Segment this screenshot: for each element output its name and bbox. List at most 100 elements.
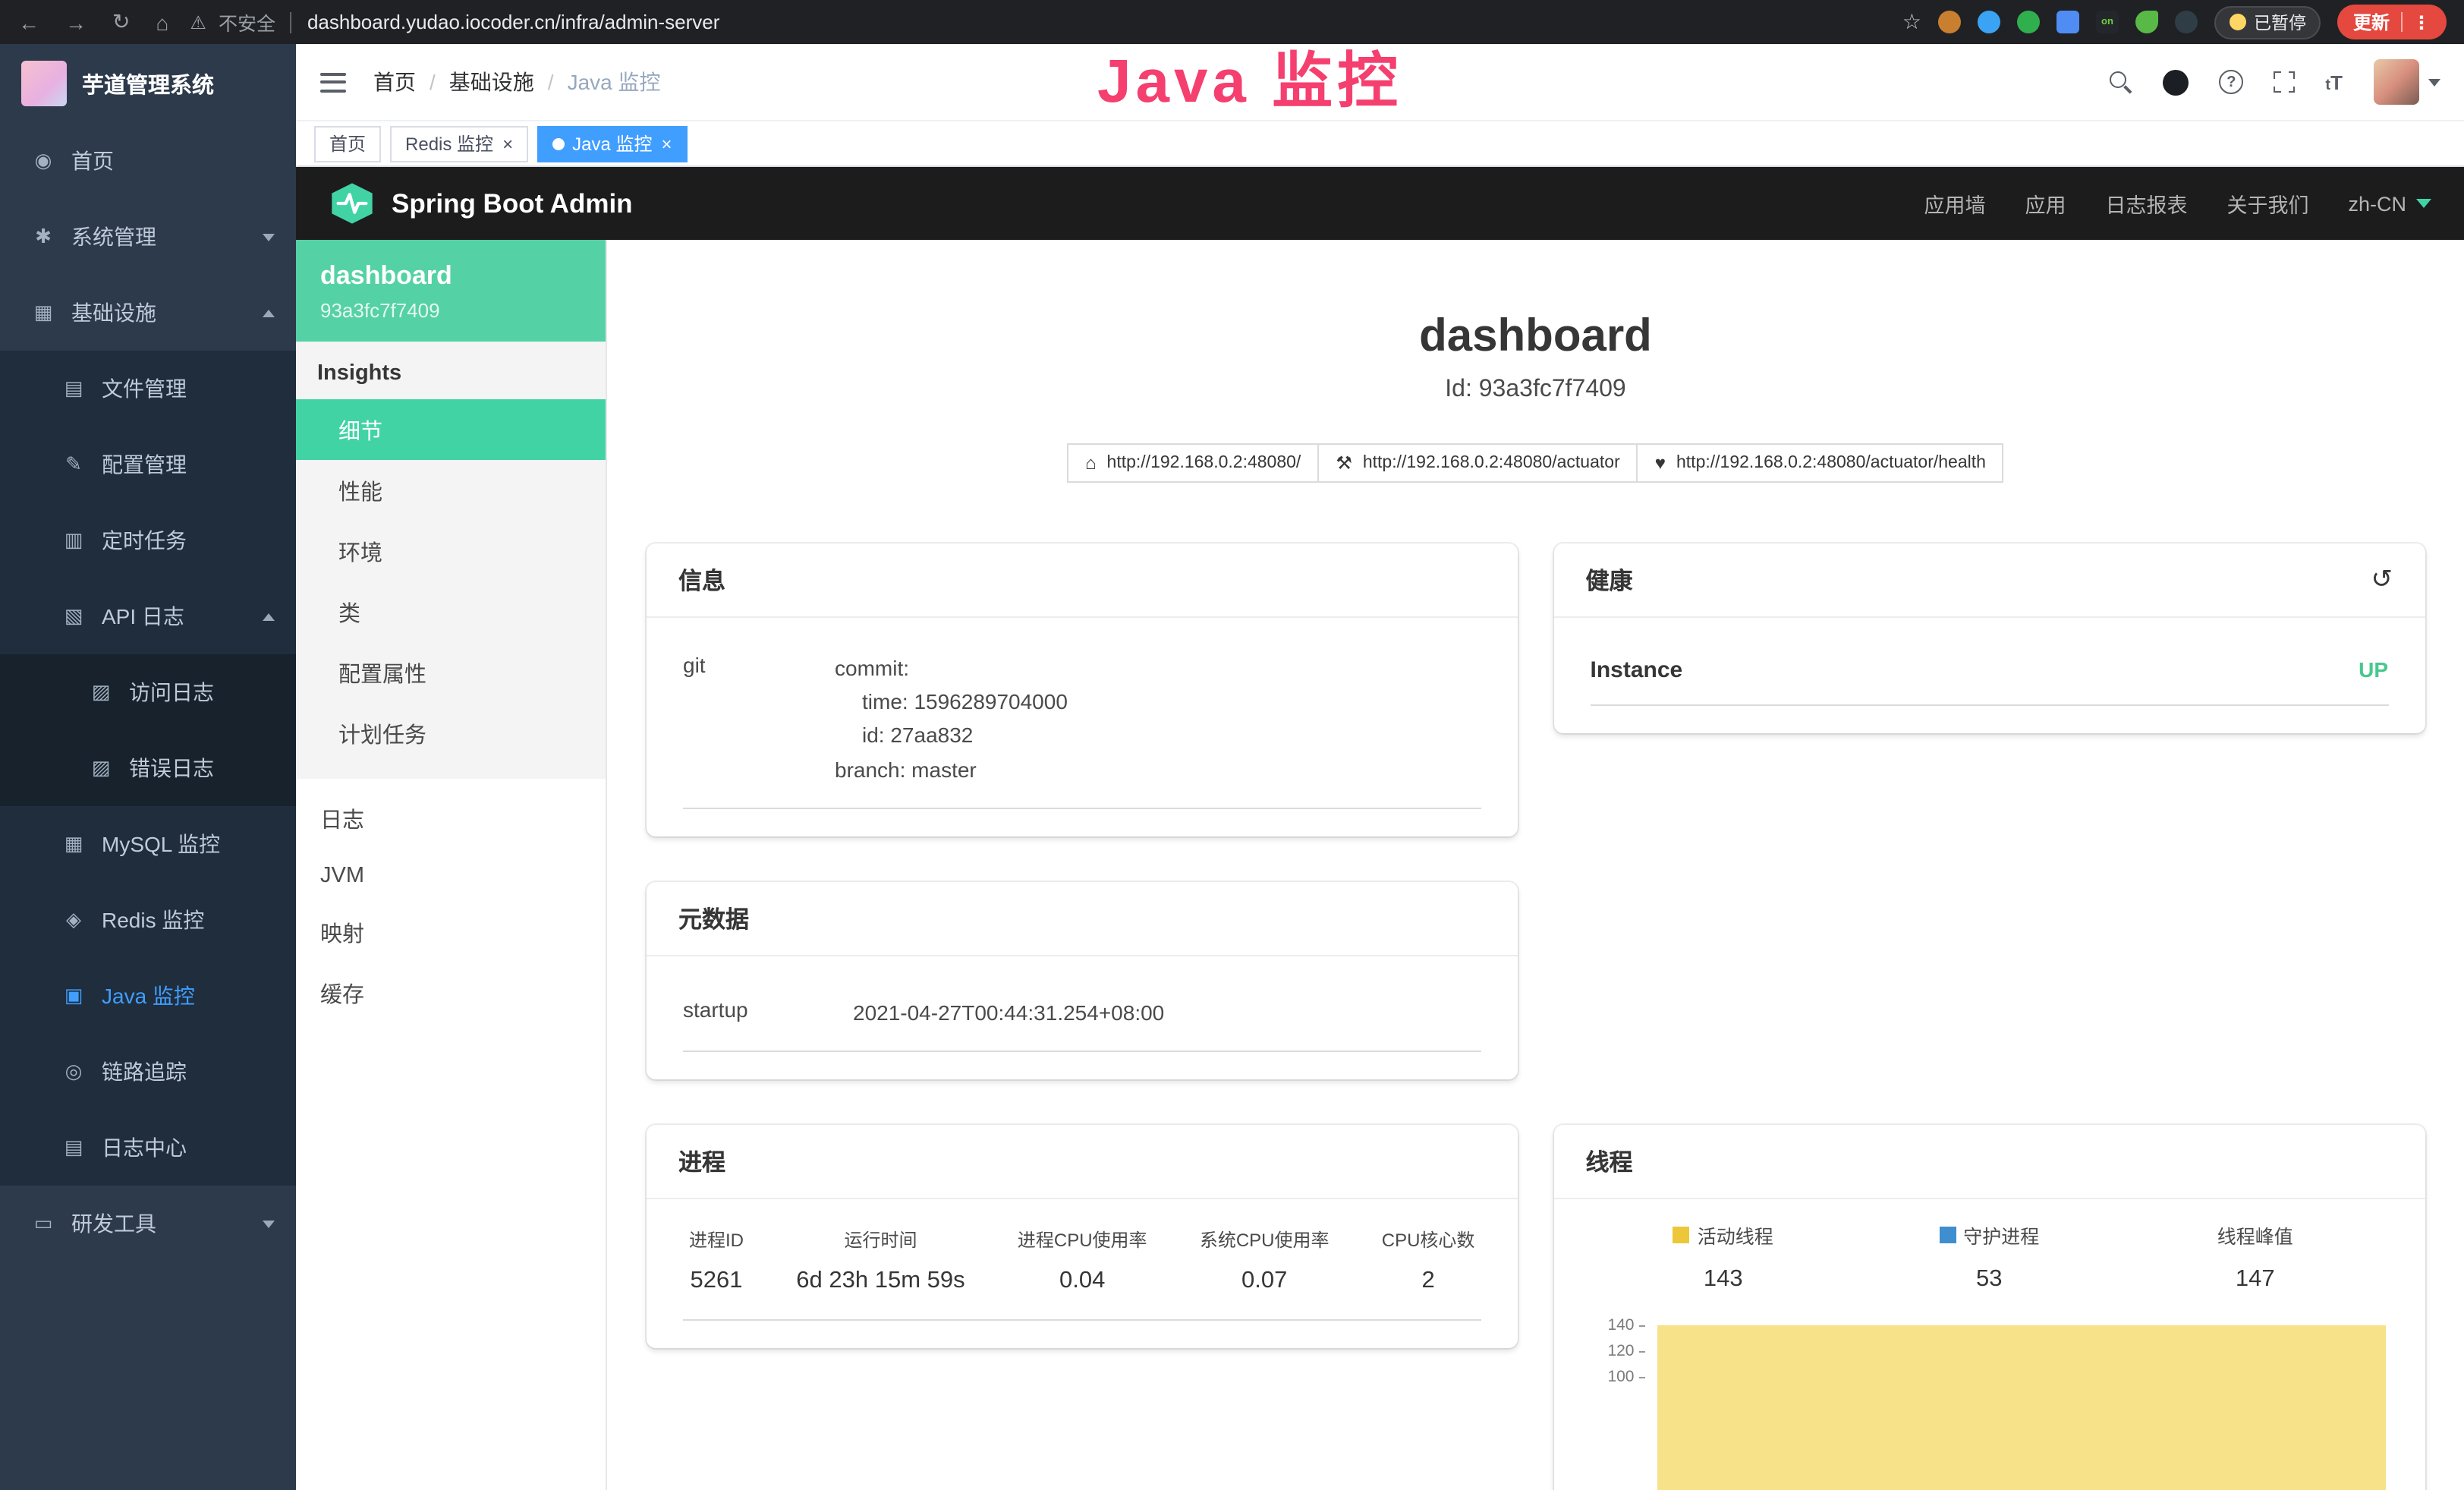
bookmark-star-icon[interactable]: ☆: [1902, 9, 1921, 35]
git-id-line: id: 27aa832: [835, 719, 1481, 753]
sba-item-mappings[interactable]: 映射: [296, 902, 606, 962]
sidebar-item-java-monitor[interactable]: ▣ Java 监控: [0, 958, 296, 1034]
top-header: 首页 基础设施 Java 监控 Java 监控: [296, 44, 2464, 121]
sidebar-item-file-manage[interactable]: ▤ 文件管理: [0, 351, 296, 427]
screen: ← → ↻ ⌂ ⚠ 不安全 dashboard.yudao.iocoder.cn…: [0, 0, 2464, 1490]
sidebar-item-error-log[interactable]: ▨ 错误日志: [0, 730, 296, 806]
info-row-git: git commit: time: 1596289704000 id: 27aa…: [683, 638, 1481, 809]
health-row-label: Instance: [1591, 657, 1683, 682]
sidebar-item-mysql-monitor[interactable]: ▦ MySQL 监控: [0, 806, 296, 882]
sba-link-applications[interactable]: 应用: [2025, 188, 2066, 219]
page-annotation: Java 监控: [1097, 44, 1402, 121]
locale-label: zh-CN: [2348, 192, 2406, 215]
locale-selector[interactable]: zh-CN: [2348, 192, 2431, 215]
sidebar-item-log-center[interactable]: ▤ 日志中心: [0, 1110, 296, 1186]
health-instance-row[interactable]: Instance UP: [1591, 638, 2389, 705]
sba-item-configprops[interactable]: 配置属性: [296, 642, 606, 703]
security-warning-label: 不安全: [219, 8, 275, 36]
y-tick-140: 140: [1591, 1318, 1645, 1334]
update-button[interactable]: 更新 ⋮: [2338, 5, 2446, 39]
sba-item-metrics[interactable]: 性能: [296, 460, 606, 521]
sba-link-about[interactable]: 关于我们: [2226, 188, 2308, 219]
sidebar-item-scheduled-task[interactable]: ▥ 定时任务: [0, 502, 296, 578]
hamburger-icon[interactable]: [320, 72, 346, 92]
legend-swatch-yellow: [1673, 1227, 1690, 1244]
back-icon[interactable]: ←: [18, 10, 39, 34]
kebab-menu-icon[interactable]: ⋮: [2412, 11, 2431, 33]
history-icon[interactable]: ↺: [2371, 566, 2393, 592]
breadcrumb-home[interactable]: 首页: [373, 67, 449, 97]
extension-drop-icon[interactable]: [1978, 11, 2000, 33]
legend-label: 守护进程: [1963, 1221, 2039, 1250]
sidebar-item-redis-monitor[interactable]: ◈ Redis 监控: [0, 882, 296, 958]
stat-cpu-cores: CPU核心数 2: [1382, 1227, 1475, 1296]
extension-onetab-icon[interactable]: on: [2096, 11, 2119, 33]
metadata-card-body: startup 2021-04-27T00:44:31.254+08:00: [647, 956, 1518, 1080]
sidebar-item-trace[interactable]: ◎ 链路追踪: [0, 1034, 296, 1110]
legend-peak: 线程峰值 147: [2123, 1221, 2389, 1294]
tab-java-monitor[interactable]: Java 监控 ×: [537, 125, 687, 162]
sba-logo-icon: [329, 182, 375, 225]
stat-uptime: 运行时间 6d 23h 15m 59s: [796, 1227, 965, 1296]
tab-home[interactable]: 首页: [314, 125, 381, 162]
sba-link-journal[interactable]: 日志报表: [2105, 188, 2187, 219]
forward-icon[interactable]: →: [65, 10, 87, 34]
tab-redis-monitor[interactable]: Redis 监控 ×: [390, 125, 528, 162]
extension-leaf-icon[interactable]: [2135, 11, 2158, 33]
sidebar-item-home[interactable]: ◉ 首页: [0, 123, 296, 199]
address-bar[interactable]: ⚠ 不安全 dashboard.yudao.iocoder.cn/infra/a…: [190, 8, 1880, 36]
security-warning-icon[interactable]: ⚠: [190, 11, 206, 33]
search-icon[interactable]: [2110, 71, 2132, 93]
endpoint-health-link[interactable]: ♥ http://192.168.0.2:48080/actuator/heal…: [1637, 443, 2004, 482]
sba-item-caches[interactable]: 缓存: [296, 962, 606, 1023]
legend-value: 147: [2123, 1267, 2389, 1294]
sidebar-item-label: API 日志: [102, 601, 184, 632]
sidebar-item-api-log[interactable]: ▧ API 日志: [0, 578, 296, 654]
sba-brand[interactable]: Spring Boot Admin: [329, 182, 633, 225]
extension-grid-icon[interactable]: [2056, 11, 2079, 33]
instance-name: dashboard: [320, 261, 581, 291]
close-icon[interactable]: ×: [661, 134, 672, 153]
browser-chrome: ← → ↻ ⌂ ⚠ 不安全 dashboard.yudao.iocoder.cn…: [0, 0, 2464, 44]
instance-header[interactable]: dashboard 93a3fc7f7409: [296, 240, 606, 342]
sidebar-item-devtools[interactable]: ▭ 研发工具: [0, 1186, 296, 1262]
sidebar-logo[interactable]: 芋道管理系统: [0, 44, 296, 123]
fullscreen-icon[interactable]: [2274, 71, 2295, 93]
extension-monkey-icon[interactable]: [1938, 11, 1961, 33]
font-size-icon[interactable]: [2325, 71, 2343, 93]
metadata-card-header: 元数据: [647, 882, 1518, 956]
profile-paused-badge[interactable]: 已暂停: [2214, 5, 2321, 39]
help-icon[interactable]: [2219, 70, 2243, 94]
home-icon[interactable]: ⌂: [156, 10, 168, 34]
extension-paw-icon[interactable]: [2175, 11, 2198, 33]
sidebar-item-access-log[interactable]: ▨ 访问日志: [0, 654, 296, 730]
threads-card-body: 活动线程 143 守护进程: [1554, 1200, 2425, 1490]
sba-item-jvm[interactable]: JVM: [296, 849, 606, 902]
sba-item-scheduledtasks[interactable]: 计划任务: [296, 703, 606, 764]
sba-link-wallboard[interactable]: 应用墙: [1924, 188, 1985, 219]
sba-item-environment[interactable]: 环境: [296, 521, 606, 581]
url-text[interactable]: dashboard.yudao.iocoder.cn/infra/admin-s…: [307, 11, 719, 33]
sba-item-logfile[interactable]: 日志: [296, 788, 606, 849]
sba-item-classes[interactable]: 类: [296, 581, 606, 642]
sidebar-item-label: Java 监控: [102, 981, 195, 1011]
sba-item-details[interactable]: 细节: [296, 399, 606, 460]
legend-label: 线程峰值: [2217, 1221, 2293, 1250]
sidebar-item-infra[interactable]: ▦ 基础设施: [0, 275, 296, 351]
endpoint-actuator-link[interactable]: ⚒ http://192.168.0.2:48080/actuator: [1317, 443, 1638, 482]
legend-label: 活动线程: [1698, 1221, 1773, 1250]
user-menu[interactable]: [2373, 59, 2440, 105]
close-icon[interactable]: ×: [502, 134, 513, 153]
infra-icon: ▦: [30, 301, 56, 325]
sidebar-item-config-manage[interactable]: ✎ 配置管理: [0, 427, 296, 502]
cards-grid: 信息 git commit: time: 1596289704000 id: 2: [647, 543, 2425, 1490]
endpoint-home-link[interactable]: ⌂ http://192.168.0.2:48080/: [1067, 443, 1319, 482]
github-icon[interactable]: [2163, 69, 2189, 95]
sidebar-item-system[interactable]: ✱ 系统管理: [0, 199, 296, 275]
git-commit-line: commit:: [835, 650, 1481, 685]
breadcrumb-infra[interactable]: 基础设施: [449, 67, 568, 97]
sidebar-item-label: 错误日志: [129, 753, 214, 783]
extension-green-icon[interactable]: [2017, 11, 2040, 33]
reload-icon[interactable]: ↻: [112, 9, 130, 35]
card-title: 元数据: [678, 902, 749, 935]
